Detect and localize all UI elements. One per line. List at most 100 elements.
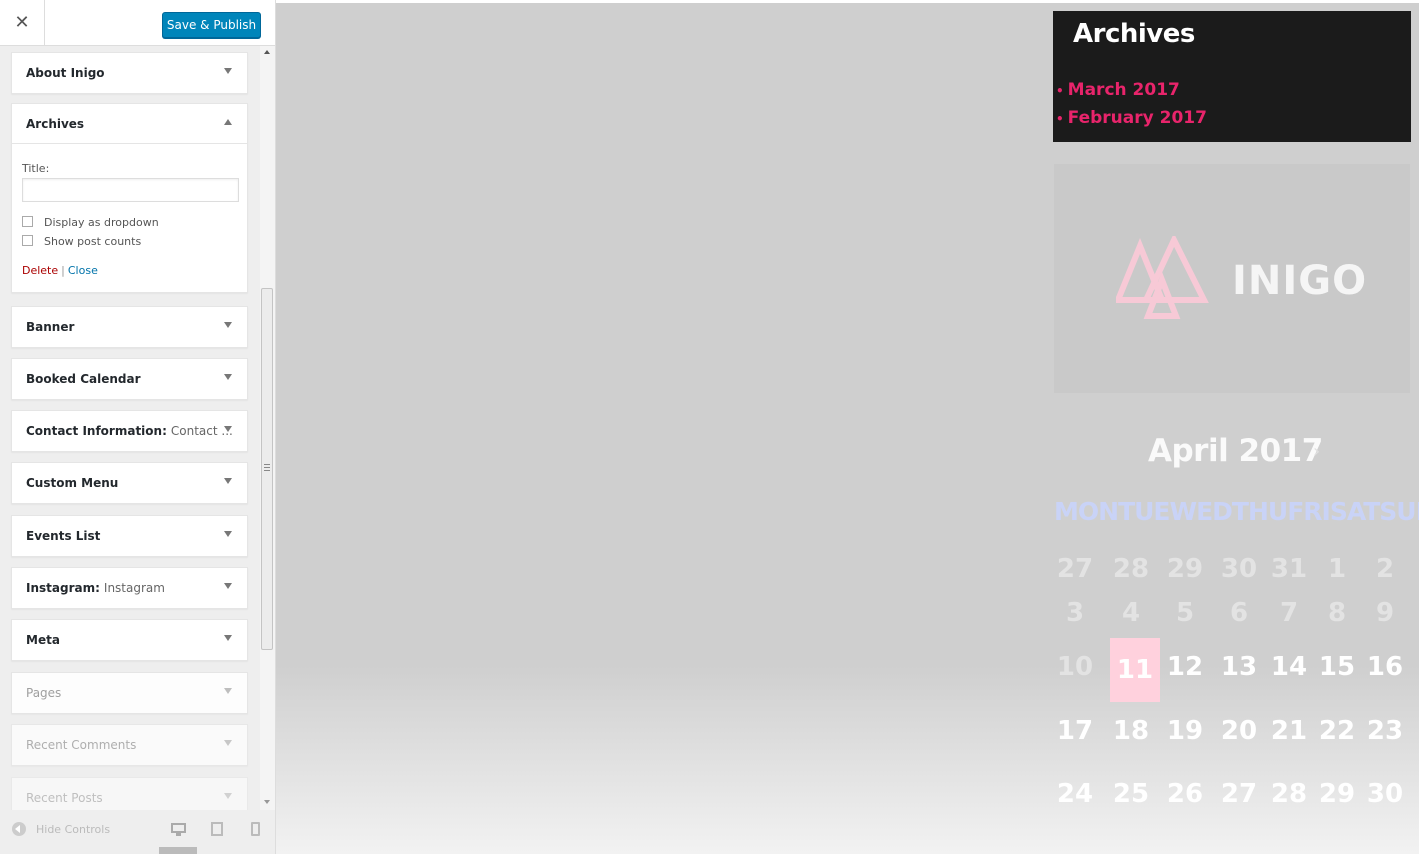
- widget-header[interactable]: Events List: [12, 516, 247, 556]
- display-dropdown-checkbox[interactable]: [22, 216, 33, 227]
- delete-link[interactable]: Delete: [22, 264, 58, 277]
- calendar-day[interactable]: 27: [1047, 554, 1103, 584]
- calendar-day[interactable]: 17: [1047, 716, 1103, 746]
- calendar-day[interactable]: 12: [1157, 652, 1213, 682]
- widget-meta[interactable]: Meta: [11, 619, 248, 661]
- widget-custom-menu[interactable]: Custom Menu: [11, 462, 248, 504]
- calendar-day[interactable]: 26: [1157, 779, 1213, 809]
- calendar-day-today[interactable]: 11: [1110, 638, 1160, 702]
- weekday-label: THU: [1231, 497, 1288, 526]
- widget-contact-information[interactable]: Contact Information: Contact ...: [11, 410, 248, 452]
- title-input[interactable]: [22, 178, 239, 202]
- scroll-down-icon[interactable]: [264, 800, 270, 804]
- calendar-day[interactable]: 5: [1157, 598, 1213, 628]
- close-customizer-button[interactable]: ✕: [0, 0, 45, 45]
- close-icon: ✕: [14, 12, 30, 33]
- widget-header[interactable]: Recent Posts: [12, 778, 247, 810]
- show-post-counts-checkbox[interactable]: [22, 235, 33, 246]
- calendar-day[interactable]: 30: [1357, 779, 1413, 809]
- calendar-day[interactable]: 16: [1357, 652, 1413, 682]
- calendar-day[interactable]: 6: [1211, 598, 1267, 628]
- inigo-logo-banner: INIGO: [1054, 164, 1410, 393]
- widget-header[interactable]: Booked Calendar: [12, 359, 247, 399]
- widget-header[interactable]: Banner: [12, 307, 247, 347]
- scroll-up-icon[interactable]: [264, 50, 270, 54]
- chevron-down-icon[interactable]: [224, 531, 232, 537]
- chevron-down-icon[interactable]: [224, 635, 232, 641]
- widget-recent-posts[interactable]: Recent Posts: [11, 777, 248, 810]
- mobile-preview-button[interactable]: [251, 822, 260, 838]
- hide-controls-button[interactable]: Hide Controls: [12, 822, 110, 836]
- calendar-day[interactable]: 9: [1357, 598, 1413, 628]
- calendar-day[interactable]: 13: [1211, 652, 1267, 682]
- desktop-preview-button[interactable]: [171, 822, 187, 838]
- action-separator: |: [61, 264, 65, 277]
- calendar-day[interactable]: 27: [1211, 779, 1267, 809]
- calendar-day[interactable]: 23: [1357, 716, 1413, 746]
- widget-title: Instagram:: [26, 581, 100, 595]
- active-device-indicator: [159, 847, 197, 854]
- widget-instagram[interactable]: Instagram: Instagram: [11, 567, 248, 609]
- bullet-icon: •: [1056, 112, 1064, 126]
- chevron-down-icon[interactable]: [224, 478, 232, 484]
- chevron-down-icon[interactable]: [224, 322, 232, 328]
- calendar-day[interactable]: 20: [1211, 716, 1267, 746]
- calendar-day[interactable]: 19: [1157, 716, 1213, 746]
- widget-header[interactable]: Custom Menu: [12, 463, 247, 503]
- chevron-down-icon[interactable]: [224, 583, 232, 589]
- widget-title: Contact Information:: [26, 424, 167, 438]
- show-post-counts-label: Show post counts: [44, 235, 142, 248]
- widget-header[interactable]: Recent Comments: [12, 725, 247, 765]
- widget-about-inigo[interactable]: About Inigo: [11, 52, 248, 94]
- widget-banner[interactable]: Banner: [11, 306, 248, 348]
- chevron-down-icon[interactable]: [224, 740, 232, 746]
- archive-link-february-2017[interactable]: • February 2017: [1056, 108, 1207, 128]
- close-link[interactable]: Close: [68, 264, 98, 277]
- scrollbar-thumb[interactable]: [261, 288, 273, 650]
- preview-top-border: [276, 0, 1419, 3]
- grip-icon: [264, 464, 270, 471]
- archive-link-march-2017[interactable]: • March 2017: [1056, 80, 1180, 100]
- widget-title: Archives: [26, 116, 85, 131]
- calendar-day[interactable]: 4: [1103, 598, 1159, 628]
- widget-pages[interactable]: Pages: [11, 672, 248, 714]
- customizer-footer: Hide Controls: [0, 810, 275, 854]
- widget-header[interactable]: Pages: [12, 673, 247, 713]
- chevron-down-icon[interactable]: [224, 68, 232, 74]
- widget-header[interactable]: Contact Information: Contact ...: [12, 411, 247, 451]
- calendar-day[interactable]: 25: [1103, 779, 1159, 809]
- calendar-next-arrow-icon[interactable]: ›: [1313, 441, 1320, 462]
- display-dropdown-option[interactable]: Display as dropdown: [22, 216, 237, 229]
- chevron-down-icon[interactable]: [224, 688, 232, 694]
- calendar-day[interactable]: 2: [1357, 554, 1413, 584]
- collapse-arrow-icon: [12, 822, 26, 836]
- calendar-day[interactable]: 18: [1103, 716, 1159, 746]
- calendar-day[interactable]: 28: [1103, 554, 1159, 584]
- widget-events-list[interactable]: Events List: [11, 515, 248, 557]
- widget-recent-comments[interactable]: Recent Comments: [11, 724, 248, 766]
- save-publish-button[interactable]: Save & Publish: [162, 12, 261, 38]
- calendar-day[interactable]: 3: [1047, 598, 1103, 628]
- weekday-label: FRI: [1287, 497, 1331, 526]
- chevron-down-icon[interactable]: [224, 374, 232, 380]
- sidebar-scrollbar[interactable]: [260, 46, 275, 810]
- widget-booked-calendar[interactable]: Booked Calendar: [11, 358, 248, 400]
- calendar-day[interactable]: 30: [1211, 554, 1267, 584]
- widget-title: Recent Comments: [26, 738, 137, 752]
- calendar-day[interactable]: 29: [1157, 554, 1213, 584]
- widget-header[interactable]: About Inigo: [12, 53, 247, 93]
- mobile-icon: [251, 822, 260, 836]
- widget-header[interactable]: Meta: [12, 620, 247, 660]
- calendar-day[interactable]: 24: [1047, 779, 1103, 809]
- title-label: Title:: [22, 162, 50, 175]
- chevron-down-icon[interactable]: [224, 793, 232, 799]
- chevron-up-icon[interactable]: [224, 119, 232, 125]
- chevron-down-icon[interactable]: [224, 426, 232, 432]
- widget-header[interactable]: Archives: [12, 104, 247, 144]
- show-post-counts-option[interactable]: Show post counts: [22, 235, 237, 248]
- calendar-weekday-header: MON TUE WED THU FRI SAT SUN: [1054, 497, 1419, 526]
- widget-title: Events List: [26, 529, 101, 543]
- widget-header[interactable]: Instagram: Instagram: [12, 568, 247, 608]
- tablet-preview-button[interactable]: [211, 822, 223, 838]
- calendar-day[interactable]: 10: [1047, 652, 1103, 682]
